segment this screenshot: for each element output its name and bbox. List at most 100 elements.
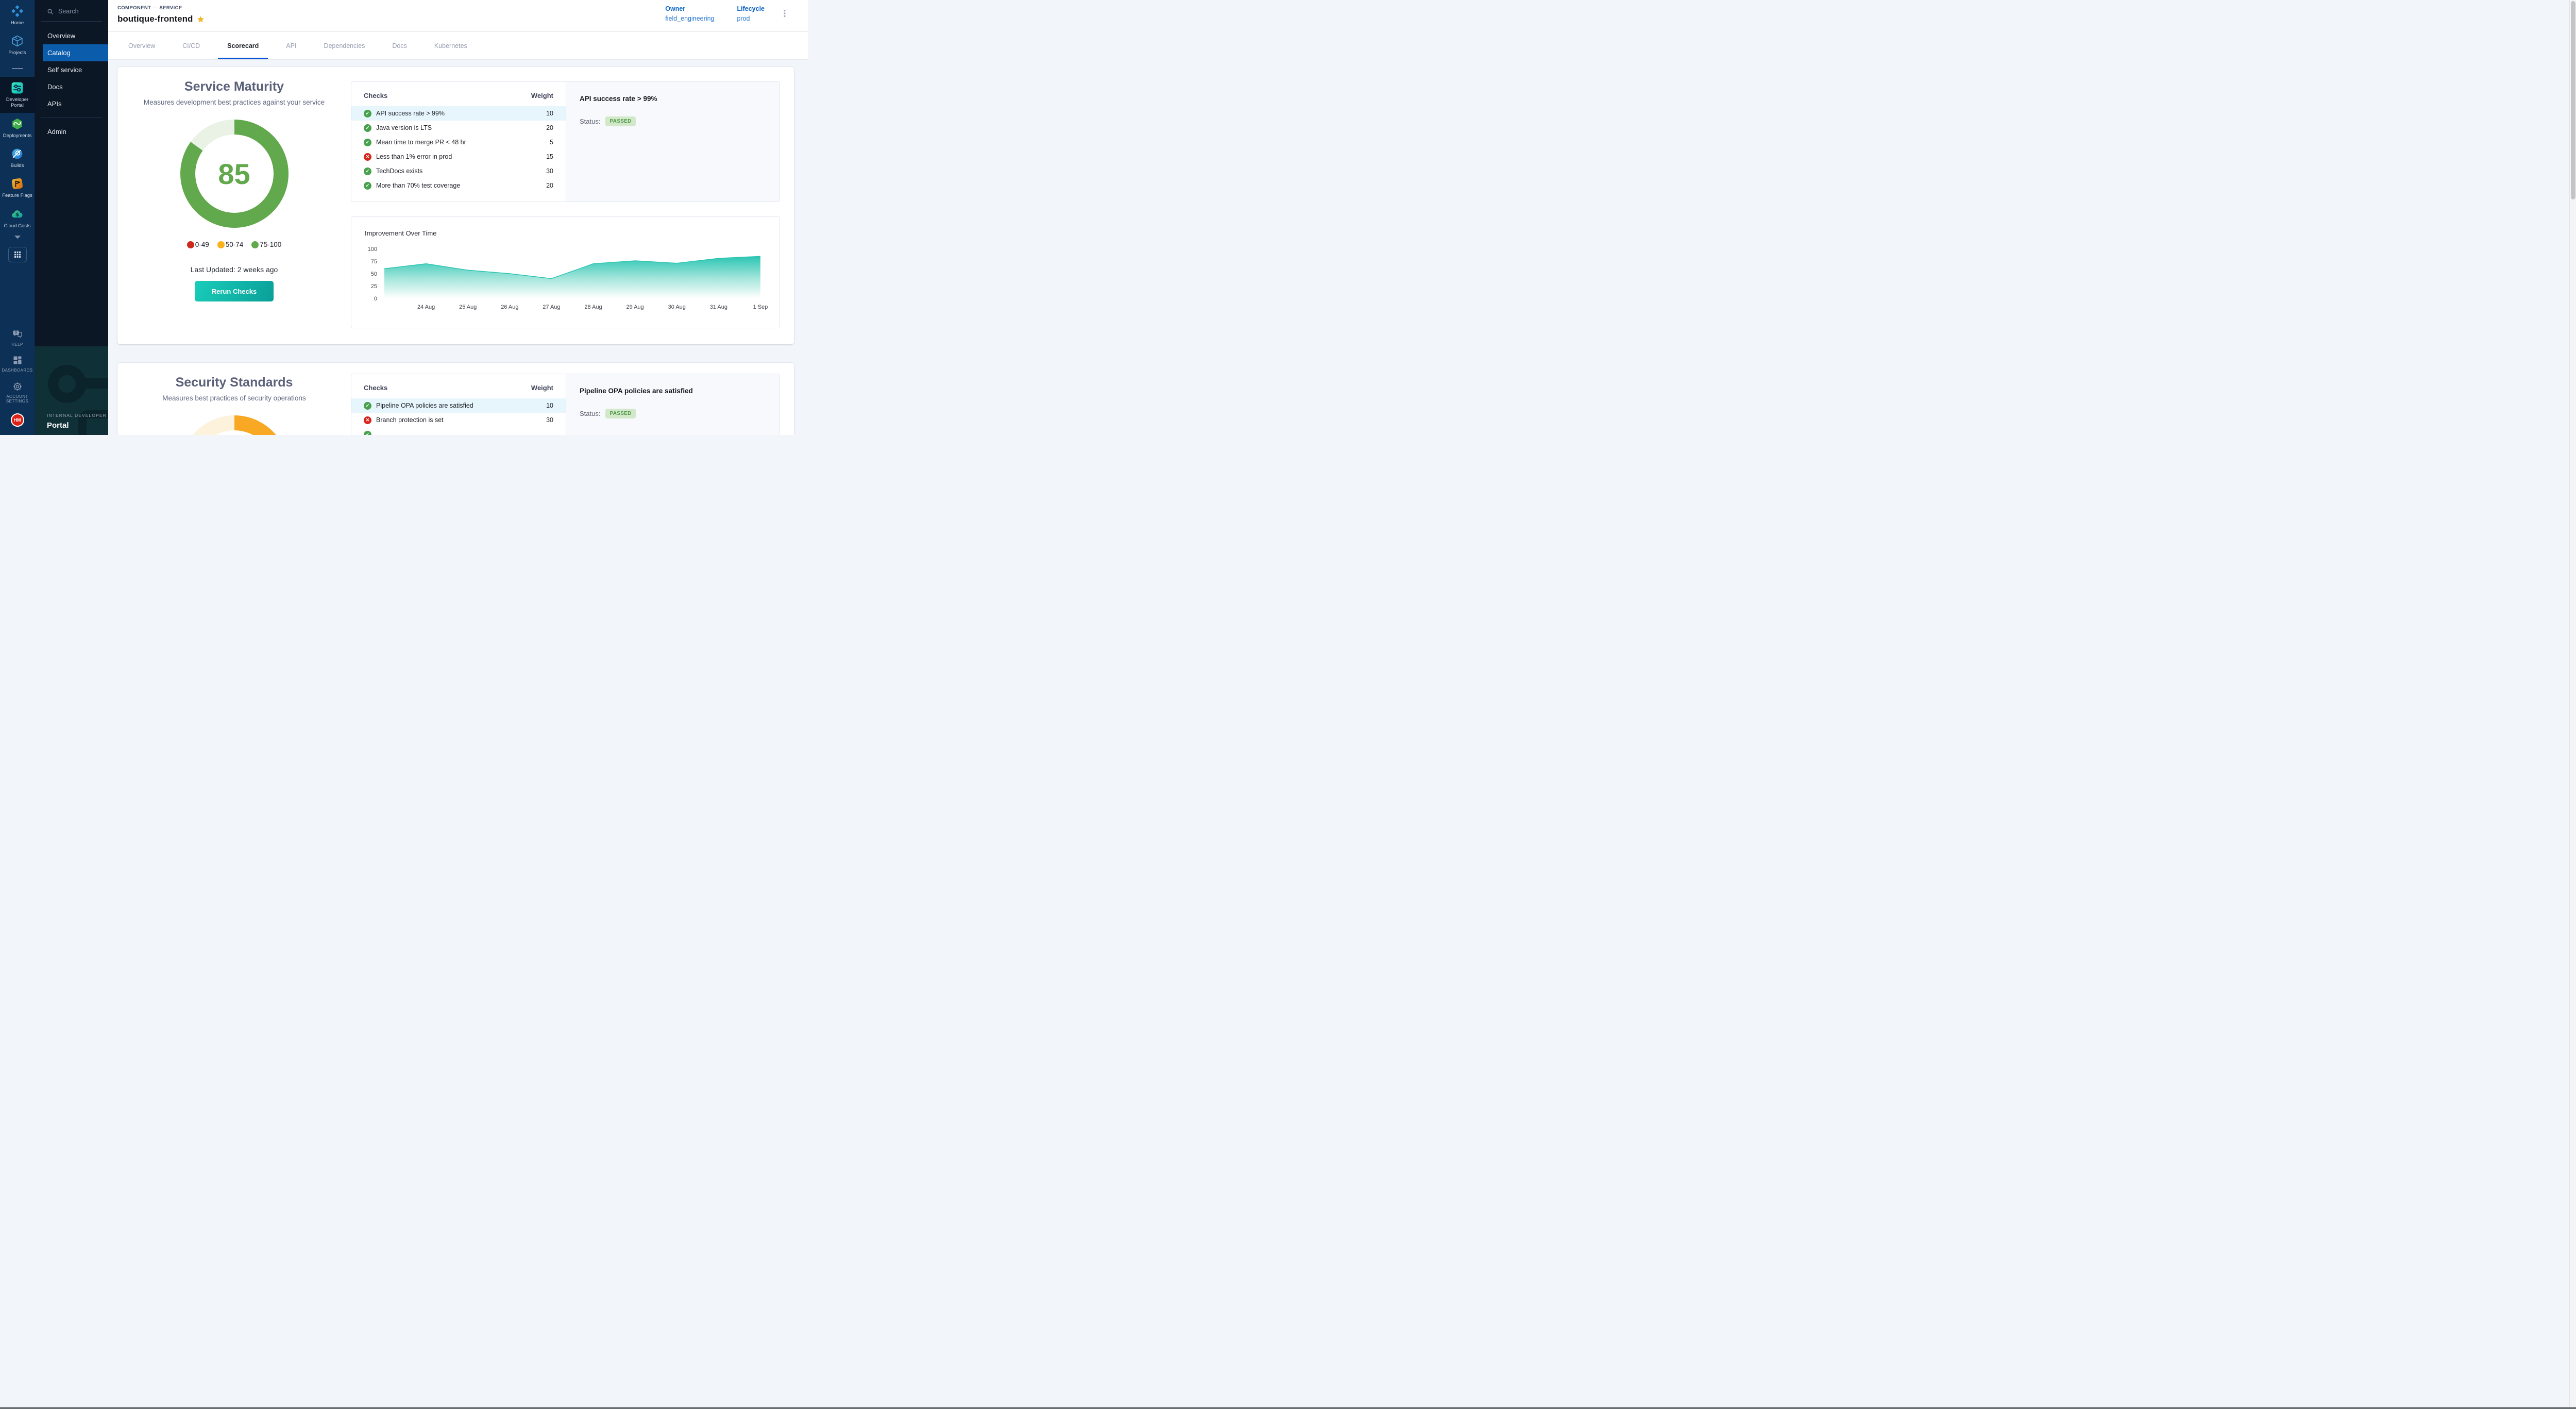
y-tick-label: 100 xyxy=(368,246,377,253)
legend-dot xyxy=(217,241,225,248)
rail-item-help[interactable]: ?HELP xyxy=(0,325,35,351)
builds-icon xyxy=(11,147,24,160)
y-tick-label: 50 xyxy=(371,271,377,277)
check-name: TechDocs exists xyxy=(376,167,422,175)
security-standards-card: Security Standards Measures best practic… xyxy=(117,363,794,435)
rail-item-label: ACCOUNT SETTINGS xyxy=(1,394,33,404)
search-input[interactable]: Search xyxy=(35,0,108,21)
x-tick-label: 30 Aug xyxy=(668,304,686,310)
lifecycle-label: Lifecycle xyxy=(737,5,765,12)
rail-item-cloud-costs[interactable]: $Cloud Costs xyxy=(0,203,35,233)
status-passed-icon: ✓ xyxy=(364,110,371,118)
check-row[interactable]: ✓Java version is LTS20 xyxy=(351,121,566,135)
check-row[interactable]: ✓ API success rate > 99% 10 xyxy=(351,106,566,121)
search-label: Search xyxy=(58,8,79,15)
improvement-chart-card: Improvement Over Time xyxy=(351,216,780,328)
lifecycle-meta[interactable]: Lifecycle prod xyxy=(737,5,765,31)
check-row[interactable]: ✓Pipeline OPA policies are satisfied10 xyxy=(351,398,566,413)
tab-kubernetes[interactable]: Kubernetes xyxy=(433,32,468,59)
dashboards-icon xyxy=(12,355,23,365)
check-row[interactable]: ✓ xyxy=(351,427,566,435)
check-row[interactable]: ✓TechDocs exists30 xyxy=(351,164,566,178)
status-badge: PASSED xyxy=(605,409,635,418)
scorecard-title: Security Standards xyxy=(117,375,351,390)
scrollbar-thumb[interactable] xyxy=(2571,1,2575,199)
window-bottom-edge xyxy=(0,1407,2576,1409)
rail-section-divider xyxy=(12,68,23,69)
detail-title: API success rate > 99% xyxy=(580,95,766,103)
developer-portal-icon xyxy=(11,81,24,94)
status-passed-icon: ✓ xyxy=(364,124,371,132)
sidebar-item-docs[interactable]: Docs xyxy=(35,78,108,95)
rail-item-projects[interactable]: Projects xyxy=(0,30,35,60)
check-row[interactable]: ✕Less than 1% error in prod15 xyxy=(351,149,566,164)
x-tick-label: 25 Aug xyxy=(459,304,477,310)
check-weight: 10 xyxy=(546,110,553,117)
y-tick-label: 0 xyxy=(374,296,377,302)
module-selector-button[interactable] xyxy=(8,247,27,262)
sidebar-item-apis[interactable]: APIs xyxy=(35,95,108,112)
owner-label: Owner xyxy=(665,5,714,12)
check-name: Branch protection is set xyxy=(376,416,444,424)
lifecycle-value[interactable]: prod xyxy=(737,15,765,22)
owner-meta[interactable]: Owner field_engineering xyxy=(665,5,714,31)
check-name: Less than 1% error in prod xyxy=(376,153,452,160)
weight-column-header: Weight xyxy=(531,384,553,392)
rail-item-feature-flags[interactable]: Feature Flags xyxy=(0,173,35,203)
weight-column-header: Weight xyxy=(531,92,553,99)
check-name: More than 70% test coverage xyxy=(376,182,460,189)
rerun-checks-button[interactable]: Rerun Checks xyxy=(195,281,274,301)
rail-item-developer-portal[interactable]: Developer Portal xyxy=(0,77,35,113)
rail-item-dashboards[interactable]: DASHBOARDS xyxy=(0,351,35,377)
tab-dependencies[interactable]: Dependencies xyxy=(323,32,366,59)
check-row[interactable]: ✕Branch protection is set30 xyxy=(351,413,566,427)
more-options-button[interactable] xyxy=(779,7,790,31)
app-window: Home Projects Developer PortalDeployments… xyxy=(0,0,808,435)
sidebar-item-catalog[interactable]: Catalog xyxy=(43,44,108,61)
scorecard-title: Service Maturity xyxy=(117,79,351,94)
tab-docs[interactable]: Docs xyxy=(391,32,408,59)
status-passed-icon: ✓ xyxy=(364,182,371,190)
harness-logo-icon xyxy=(11,5,24,18)
check-row[interactable]: ✓More than 70% test coverage20 xyxy=(351,178,566,193)
rail-item-account-settings[interactable]: ACCOUNT SETTINGS xyxy=(0,377,35,408)
rail-item-builds[interactable]: Builds xyxy=(0,143,35,173)
page-title: boutique-frontend xyxy=(117,14,193,24)
sidebar-item-self-service[interactable]: Self service xyxy=(35,61,108,78)
status-passed-icon: ✓ xyxy=(364,431,371,435)
rail-item-label: Home xyxy=(11,20,24,26)
maturity-right-pane: Checks Weight ✓API success rate > 99%10✓… xyxy=(351,67,794,344)
rail-item-home[interactable]: Home xyxy=(0,0,35,30)
rail-item-deployments[interactable]: Deployments xyxy=(0,113,35,143)
rail-item-label: Builds xyxy=(11,163,24,169)
chevron-down-icon[interactable] xyxy=(13,233,22,244)
sidebar-item-admin[interactable]: Admin xyxy=(35,123,108,140)
tab-api[interactable]: API xyxy=(285,32,297,59)
x-tick-label: 28 Aug xyxy=(584,304,602,310)
check-weight: 5 xyxy=(550,139,553,146)
check-name: API success rate > 99% xyxy=(376,110,445,117)
maturity-summary: Service Maturity Measures development be… xyxy=(117,67,351,344)
tab-scorecard[interactable]: Scorecard xyxy=(226,32,260,59)
sidebar: Search OverviewCatalogSelf serviceDocsAP… xyxy=(35,0,108,435)
check-weight: 15 xyxy=(546,153,553,160)
legend-dot xyxy=(187,241,194,248)
x-axis-ticks: 24 Aug25 Aug26 Aug27 Aug28 Aug29 Aug30 A… xyxy=(417,304,768,310)
window-scrollbar[interactable] xyxy=(2569,0,2576,1409)
detail-title: Pipeline OPA policies are satisfied xyxy=(580,387,766,395)
entity-header: COMPONENT — SERVICE boutique-frontend Ow… xyxy=(108,0,808,32)
maturity-check-detail: API success rate > 99% Status: PASSED xyxy=(566,82,779,202)
sidebar-item-overview[interactable]: Overview xyxy=(35,27,108,44)
owner-value[interactable]: field_engineering xyxy=(665,15,714,22)
maturity-score: 85 xyxy=(180,120,289,228)
rail-modules: Developer PortalDeployments Builds Feature… xyxy=(0,77,35,233)
service-maturity-card: Service Maturity Measures development be… xyxy=(117,67,794,344)
user-avatar[interactable]: HM xyxy=(11,413,24,427)
tab-overview[interactable]: Overview xyxy=(127,32,156,59)
check-weight: 30 xyxy=(546,416,553,424)
check-row[interactable]: ✓Mean time to merge PR < 48 hr5 xyxy=(351,135,566,149)
maturity-checks-table: Checks Weight ✓API success rate > 99%10✓… xyxy=(351,82,566,202)
status-label: Status: xyxy=(580,410,600,417)
tab-ci-cd[interactable]: CI/CD xyxy=(181,32,201,59)
favorite-star-icon[interactable] xyxy=(197,15,205,23)
